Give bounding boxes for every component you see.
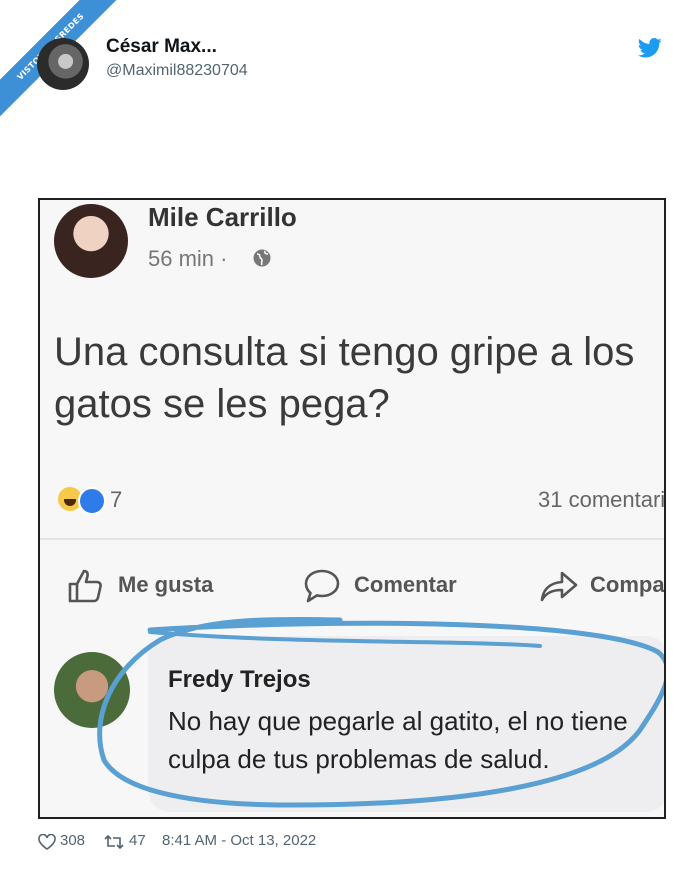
retweet-icon[interactable] [104, 834, 124, 850]
timestamp[interactable]: 8:41 AM - Oct 13, 2022 [162, 832, 316, 849]
like-count: 308 [60, 832, 86, 849]
avatar[interactable] [37, 38, 89, 90]
heart-icon[interactable] [38, 834, 56, 850]
twitter-bird-icon[interactable] [638, 38, 662, 58]
author-handle[interactable]: @Maximil88230704 [106, 62, 248, 80]
embedded-facebook-screenshot: Mile Carrillo 56 min · Una consulta si t… [38, 198, 666, 819]
retweet-count: 47 [129, 832, 146, 849]
highlight-scribble [97, 616, 664, 808]
author-name[interactable]: César Max... [106, 36, 217, 58]
